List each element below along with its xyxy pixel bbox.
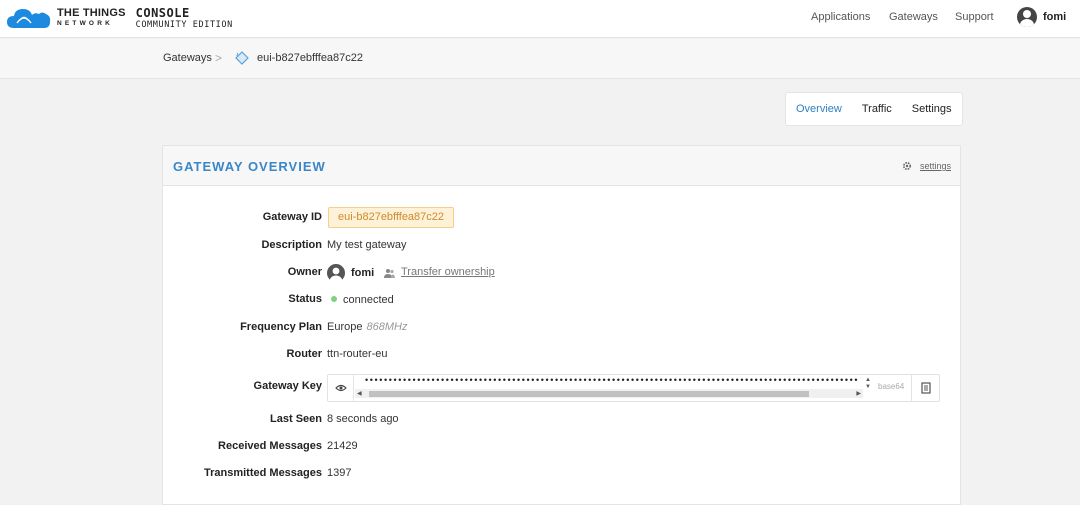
console-line2: COMMUNITY EDITION (135, 19, 233, 30)
transfer-ownership-link[interactable]: Transfer ownership (401, 266, 495, 278)
scrollbar-thumb[interactable] (369, 391, 809, 397)
last-seen-label: Last Seen (270, 413, 322, 425)
nav-support[interactable]: Support (955, 11, 994, 23)
description-value: My test gateway (327, 239, 407, 251)
frequency-plan-value: Europe 868MHz (327, 321, 407, 333)
scroll-right-icon[interactable]: ▶ (856, 390, 861, 397)
owner-name: fomi (351, 267, 375, 279)
status-label: Status (288, 293, 322, 305)
logo[interactable]: THE THINGS NETWORK CONSOLE COMMUNITY EDI… (6, 6, 233, 30)
owner-label: Owner (287, 266, 322, 278)
cloud-logo-icon (7, 9, 51, 28)
gateway-id-label: Gateway ID (262, 211, 322, 223)
owner-avatar-icon (327, 264, 345, 282)
gateway-id-badge: eui-b827ebfffea87c22 (328, 207, 455, 228)
gear-icon (902, 161, 912, 171)
status-indicator (331, 296, 337, 302)
gateway-overview-panel: GATEWAY OVERVIEW settings Gateway ID eui… (162, 145, 961, 505)
router-label: Router (286, 348, 322, 360)
router-value: ttn-router-eu (327, 348, 388, 360)
received-messages-value: 21429 (327, 440, 358, 452)
brand-line1: THE THINGS (57, 7, 126, 20)
scroll-left-icon[interactable]: ◀ (357, 390, 362, 397)
key-format: base64 (878, 382, 905, 391)
received-messages-label: Received Messages (218, 440, 322, 452)
show-key-button[interactable] (328, 375, 354, 401)
scroll-down-icon[interactable]: ▼ (865, 384, 871, 390)
tab-settings[interactable]: Settings (902, 93, 962, 125)
console-line1: CONSOLE (135, 5, 190, 20)
transmitted-messages-label: Transmitted Messages (204, 467, 322, 479)
last-seen-value: 8 seconds ago (327, 413, 399, 425)
nav-applications[interactable]: Applications (811, 11, 870, 23)
status-value: connected (343, 294, 394, 306)
console-title: CONSOLE COMMUNITY EDITION (136, 7, 233, 30)
breadcrumb-separator: > (215, 51, 223, 65)
user-menu[interactable]: fomi (1017, 7, 1066, 27)
brand-name: THE THINGS NETWORK (57, 8, 126, 28)
user-name: fomi (1043, 11, 1067, 23)
users-icon (384, 269, 395, 278)
description-label: Description (261, 239, 322, 251)
gateway-key-masked: ••••••••••••••••••••••••••••••••••••••••… (365, 376, 860, 384)
settings-link[interactable]: settings (920, 161, 951, 171)
frequency-plan-region: Europe (327, 321, 363, 333)
panel-header: GATEWAY OVERVIEW settings (163, 146, 960, 186)
gateway-key-field: ••••••••••••••••••••••••••••••••••••••••… (327, 374, 940, 402)
panel-title: GATEWAY OVERVIEW (173, 159, 326, 174)
copy-key-button[interactable] (911, 375, 939, 401)
eye-icon (335, 384, 347, 392)
breadcrumb-gateways[interactable]: Gateways (163, 52, 212, 64)
frequency-plan-unit: 868MHz (366, 321, 408, 333)
user-avatar-icon (1017, 7, 1037, 27)
breadcrumb: Gateways > eui-b827ebfffea87c22 (0, 39, 1080, 79)
transmitted-messages-value: 1397 (327, 467, 352, 479)
scroll-up-icon[interactable]: ▲ (865, 377, 871, 383)
gateway-key-label: Gateway Key (253, 380, 322, 392)
top-navbar: THE THINGS NETWORK CONSOLE COMMUNITY EDI… (0, 0, 1080, 38)
frequency-plan-label: Frequency Plan (240, 321, 322, 333)
nav-gateways[interactable]: Gateways (889, 11, 938, 23)
gateway-icon (235, 51, 249, 65)
copy-icon (921, 382, 931, 394)
gateway-tabs: Overview Traffic Settings (785, 92, 963, 126)
brand-line2: NETWORK (57, 20, 113, 28)
tab-traffic[interactable]: Traffic (852, 93, 902, 125)
key-scrollbar[interactable]: ◀ ▶ (355, 389, 863, 398)
breadcrumb-current: eui-b827ebfffea87c22 (257, 52, 364, 64)
tab-overview[interactable]: Overview (786, 93, 852, 125)
